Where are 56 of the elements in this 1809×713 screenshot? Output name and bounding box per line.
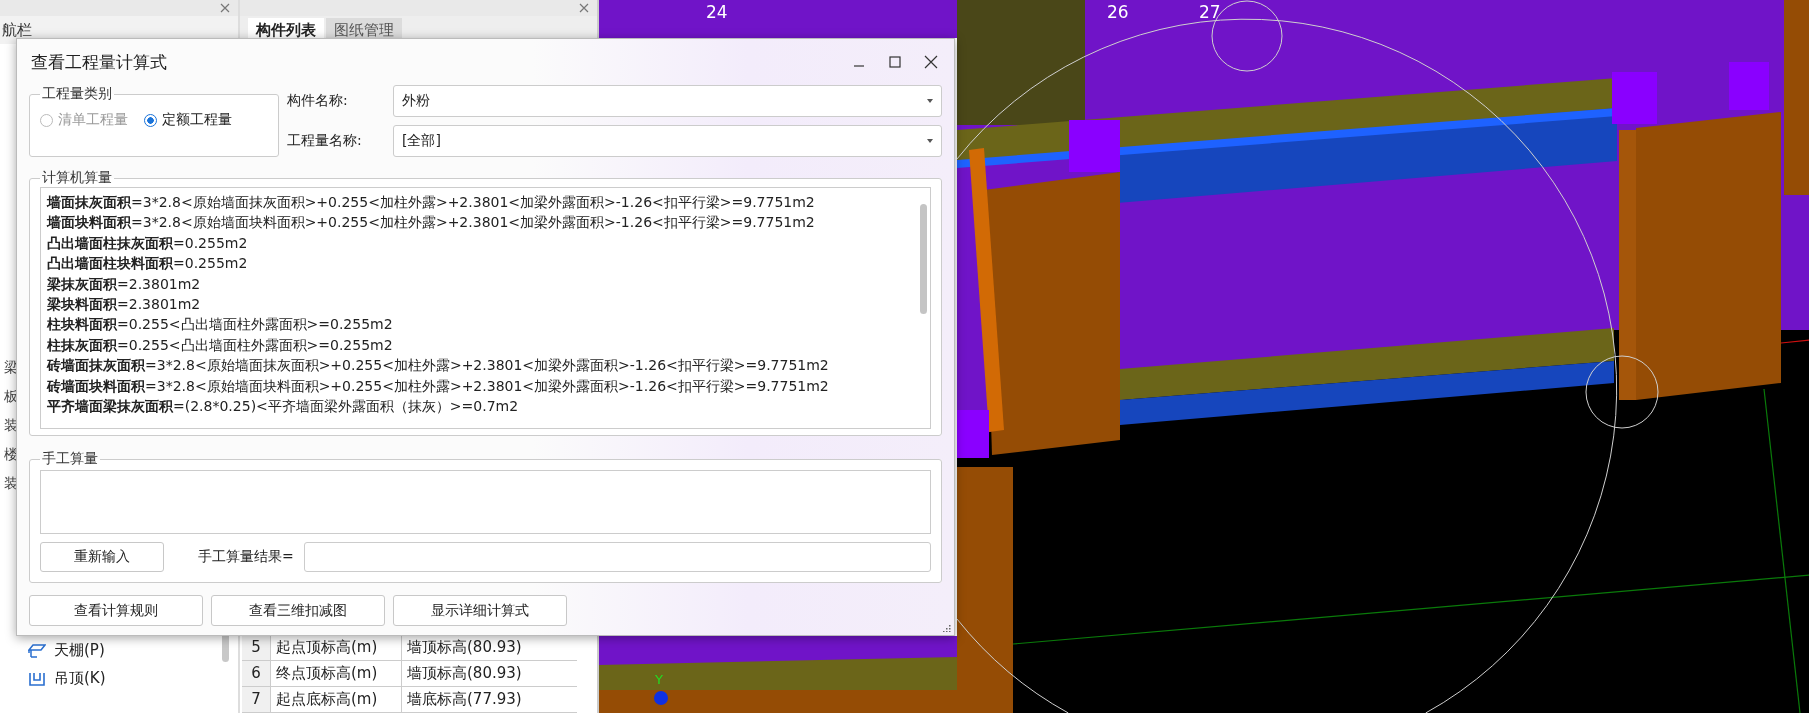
joint-block [1729,62,1769,110]
dialog-button[interactable]: 查看计算规则 [29,595,203,626]
field-label: 手工算量结果= [198,548,295,566]
formula-line: 柱抹灰面积=0.255<凸出墙面柱外露面积>=0.255m2 [47,335,394,355]
formula-line: 凸出墙面柱抹灰面积=0.255m2 [47,233,249,253]
joint-block [1612,72,1657,124]
tree-item[interactable]: 天棚(P) [54,641,105,660]
formula-line: 砖墙面块料面积=3*2.8<原始墙面块料面积>+0.255<加柱外露>+2.3801<加梁外露面积>-1.26<扣平行梁>=9.7751m2 [47,376,830,396]
formula-line: 柱块料面积=0.255<凸出墙面柱外露面积>=0.255m2 [47,315,394,335]
row-number: 6 [242,661,271,686]
dialog-button[interactable]: 显示详细计算式 [393,595,567,626]
joint-block [957,410,989,458]
row-number: 5 [242,635,271,660]
radio-button[interactable]: 定额工程量 [144,111,232,129]
result-input-field[interactable] [304,542,931,572]
formula-line: 梁抹灰面积=2.3801m2 [47,274,202,294]
formula-line: 凸出墙面柱块料面积=0.255m2 [47,254,249,274]
axis-label: 26 [1107,2,1129,22]
group-label: 工程量类别 [41,85,113,103]
field-label: 工程量名称: [287,132,363,150]
table-cell-text: 墙顶标高(80.93) [406,638,522,657]
dialog-button[interactable]: 查看三维扣减图 [211,595,385,626]
scrollbar-thumb[interactable] [919,204,927,314]
formula-line: 平齐墙面梁抹灰面积=(2.8*0.25)<平齐墙面梁外露面积（抹灰）>=0.7m2 [47,397,520,417]
suspended-ceiling-icon [28,670,46,687]
axis-line [1780,339,1809,344]
maximize-icon[interactable] [888,55,902,69]
group-label: 计算机算量 [41,169,113,187]
formula-line: 墙面抹灰面积=3*2.8<原始墙面抹灰面积>+0.255<加柱外露>+2.3801<加梁外露面积>-1.26<扣平行梁>=9.7751m2 [47,193,816,212]
field-label: 构件名称: [287,92,349,110]
table-cell: 起点底标高(m) [271,687,402,712]
table-cell-text: 墙底标高(77.93) [406,690,522,709]
dropdown-field[interactable]: 外粉 [393,85,942,117]
resize-grip-icon[interactable] [943,624,951,632]
reset-button[interactable]: 重新输入 [40,542,164,572]
group-label: 手工算量 [41,450,99,468]
window-title: 查看工程量计算式 [30,50,167,74]
axis-gizmo-icon [654,691,668,705]
panel-title: 航栏 [2,20,32,40]
manual-input-area[interactable] [40,470,931,534]
joint-block [1069,120,1120,172]
formula-line: 梁块料面积=2.3801m2 [47,295,202,315]
axis-label: 24 [706,2,728,22]
ceiling-icon [28,642,46,659]
caret-icon [927,99,933,103]
close-icon[interactable] [924,55,938,69]
dropdown-field[interactable]: [全部] [393,125,942,157]
table-cell: 终点顶标高(m) [271,661,402,686]
formula-line: 墙面块料面积=3*2.8<原始墙面块料面积>+0.255<加柱外露>+2.3801<加梁外露面积>-1.26<扣平行梁>=9.7751m2 [47,213,816,233]
tree-item[interactable]: 吊顶(K) [54,669,106,688]
axis-label: 27 [1199,2,1221,22]
table-cell-text: 墙顶标高(80.93) [406,664,522,683]
formula-line: 砖墙面抹灰面积=3*2.8<原始墙面抹灰面积>+0.255<加柱外露>+2.3801<加梁外露面积>-1.26<扣平行梁>=9.7751m2 [47,356,830,376]
caret-icon [927,139,933,143]
row-number: 7 [242,687,271,712]
gizmo-label: Y [655,672,663,687]
